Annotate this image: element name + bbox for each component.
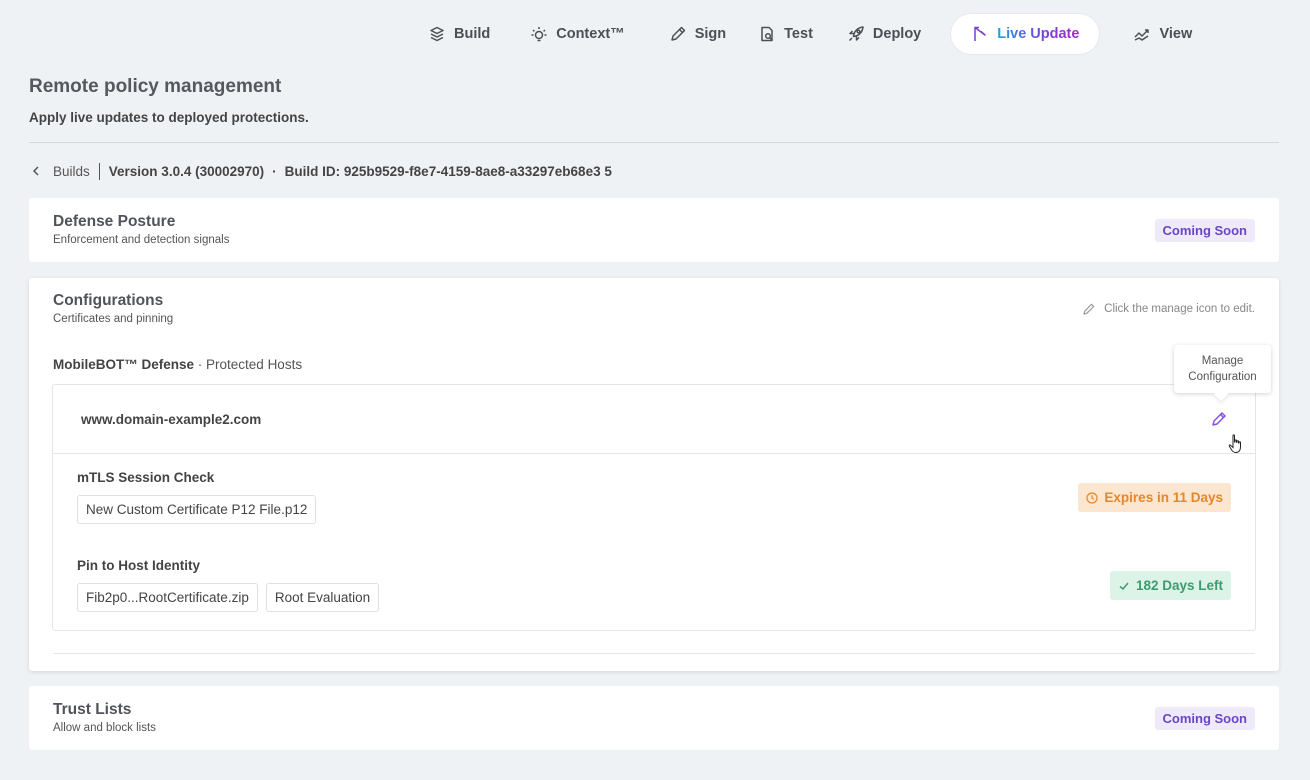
- expiry-warning-badge: Expires in 11 Days: [1078, 483, 1231, 512]
- pencil-icon: [1212, 412, 1226, 426]
- host-config-box: www.domain-example2.com mTLS Session Che…: [52, 384, 1256, 631]
- nav-test-label: Test: [784, 26, 813, 42]
- nav-deploy[interactable]: Deploy: [833, 14, 935, 54]
- configurations-subtitle: Certificates and pinning: [53, 313, 174, 325]
- nav-live-update[interactable]: Live Update: [951, 14, 1100, 54]
- nav-deploy-label: Deploy: [872, 26, 922, 42]
- certificate-file-chip: New Custom Certificate P12 File.p12: [77, 495, 317, 524]
- pen-icon: [670, 26, 685, 41]
- edit-hint: Click the manage icon to edit.: [1082, 302, 1255, 316]
- pin-to-host-identity: Pin to Host Identity Fib2p0...RootCertif…: [77, 558, 380, 612]
- mtls-chips: New Custom Certificate P12 File.p12: [77, 495, 317, 524]
- manage-configuration-tooltip: Manage Configuration: [1174, 345, 1271, 393]
- defense-posture-title: Defense Posture: [53, 213, 176, 230]
- breadcrumb-version: Version 3.0.4 (30002970): [108, 163, 265, 179]
- defense-posture-subtitle: Enforcement and detection signals: [53, 234, 230, 246]
- page-title: Remote policy management: [29, 76, 282, 97]
- page-subtitle: Apply live updates to deployed protectio…: [29, 110, 309, 125]
- test-icon: [761, 26, 773, 42]
- days-left-badge: 182 Days Left: [1109, 571, 1231, 600]
- nav-sign-label: Sign: [694, 26, 727, 42]
- rocket-icon: [848, 26, 864, 42]
- tooltip-line-2: Configuration: [1188, 371, 1257, 383]
- root-certificate-chip: Fib2p0...RootCertificate.zip: [77, 583, 258, 612]
- coming-soon-badge: Coming Soon: [1154, 219, 1255, 242]
- protected-hosts-label: · Protected Hosts: [194, 357, 303, 372]
- pin-title: Pin to Host Identity: [77, 558, 200, 573]
- configurations-title: Configurations: [53, 292, 164, 309]
- configurations-card: Configurations Certificates and pinning …: [29, 278, 1279, 671]
- coming-soon-badge: Coming Soon: [1154, 707, 1255, 730]
- check-icon: [1119, 582, 1129, 590]
- breadcrumb-dot: ·: [272, 163, 277, 179]
- breadcrumb-build-id: Build ID: 925b9529-f8e7-4159-8ae8-a33297…: [284, 163, 612, 179]
- host-name: www.domain-example2.com: [81, 411, 262, 427]
- bulb-icon: [531, 27, 547, 42]
- product-name: MobileBOT™ Defense: [53, 357, 195, 372]
- pin-chips: Fib2p0...RootCertificate.zip Root Evalua…: [77, 583, 380, 612]
- tooltip-line-1: Manage: [1201, 355, 1244, 367]
- breadcrumb-divider: [98, 162, 100, 180]
- mtls-title: mTLS Session Check: [77, 470, 215, 485]
- trust-lists-title: Trust Lists: [53, 701, 132, 718]
- nav-sign[interactable]: Sign: [655, 14, 740, 54]
- nav-view-label: View: [1159, 26, 1193, 42]
- nav-test[interactable]: Test: [744, 14, 827, 54]
- view-icon: [1134, 29, 1150, 41]
- nav-view[interactable]: View: [1119, 14, 1206, 54]
- pencil-icon: [1083, 303, 1095, 315]
- chevron-left-icon[interactable]: [29, 164, 43, 178]
- build-icon: [430, 26, 444, 42]
- nav-context[interactable]: Context™: [516, 14, 638, 54]
- manage-configuration-button[interactable]: [1209, 409, 1229, 429]
- breadcrumb: Builds Version 3.0.4 (30002970) · Build …: [29, 162, 612, 180]
- trust-lists-card: Trust Lists Allow and block lists Coming…: [29, 686, 1279, 750]
- header-divider: [29, 142, 1279, 143]
- breadcrumb-builds-link[interactable]: Builds: [53, 164, 90, 179]
- clock-icon: [1086, 491, 1099, 504]
- mtls-session-check: mTLS Session Check New Custom Certificat…: [77, 470, 317, 524]
- protected-hosts-heading: MobileBOT™ Defense · Protected Hosts: [53, 357, 302, 372]
- root-evaluation-chip: Root Evaluation: [265, 583, 380, 612]
- nav-build-label: Build: [454, 26, 491, 42]
- nav-build[interactable]: Build: [414, 14, 504, 54]
- defense-posture-card: Defense Posture Enforcement and detectio…: [29, 198, 1279, 262]
- expiry-warning-text: Expires in 11 Days: [1104, 490, 1223, 505]
- nav-live-update-label: Live Update: [997, 26, 1080, 42]
- trust-lists-subtitle: Allow and block lists: [53, 722, 156, 734]
- edit-hint-text: Click the manage icon to edit.: [1104, 303, 1255, 315]
- live-update-icon: [974, 26, 986, 41]
- hand-cursor-icon: [1228, 434, 1241, 454]
- config-bottom-divider: [53, 653, 1255, 654]
- nav-context-label: Context™: [556, 26, 625, 42]
- host-row: www.domain-example2.com: [53, 385, 1255, 454]
- top-nav: Build Context™ Sign Test Deploy Live Upd…: [414, 14, 1206, 54]
- days-left-text: 182 Days Left: [1135, 578, 1223, 593]
